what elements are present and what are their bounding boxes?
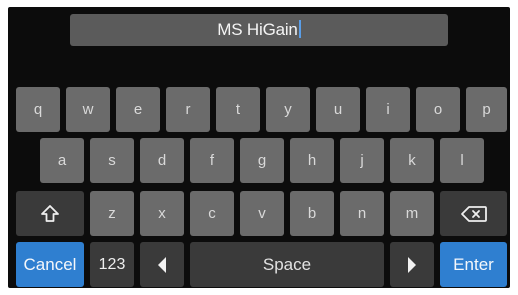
shift-key[interactable] — [16, 191, 84, 236]
key-row-2: a s d f g h j k l — [8, 138, 510, 183]
key-v[interactable]: v — [240, 191, 284, 236]
key-r[interactable]: r — [166, 87, 210, 132]
key-n[interactable]: n — [340, 191, 384, 236]
key-z[interactable]: z — [90, 191, 134, 236]
key-i[interactable]: i — [366, 87, 410, 132]
key-o[interactable]: o — [416, 87, 460, 132]
key-t[interactable]: t — [216, 87, 260, 132]
key-u[interactable]: u — [316, 87, 360, 132]
key-x[interactable]: x — [140, 191, 184, 236]
cursor-right-key[interactable] — [390, 242, 434, 287]
key-d[interactable]: d — [140, 138, 184, 183]
keyboard-screen: MS HiGain q w e r t y u i o p a s d f g … — [8, 7, 510, 288]
backspace-icon — [460, 205, 487, 222]
key-e[interactable]: e — [116, 87, 160, 132]
backspace-key[interactable] — [440, 191, 507, 236]
key-k[interactable]: k — [390, 138, 434, 183]
key-l[interactable]: l — [440, 138, 484, 183]
cursor-left-key[interactable] — [140, 242, 184, 287]
cursor-left-icon — [158, 256, 166, 273]
key-row-4: Cancel 123 Space Enter — [8, 242, 510, 287]
key-p[interactable]: p — [466, 87, 507, 132]
name-input[interactable]: MS HiGain — [70, 14, 448, 46]
key-c[interactable]: c — [190, 191, 234, 236]
key-y[interactable]: y — [266, 87, 310, 132]
key-q[interactable]: q — [16, 87, 60, 132]
key-s[interactable]: s — [90, 138, 134, 183]
key-j[interactable]: j — [340, 138, 384, 183]
key-g[interactable]: g — [240, 138, 284, 183]
text-cursor — [298, 20, 301, 38]
key-b[interactable]: b — [290, 191, 334, 236]
key-h[interactable]: h — [290, 138, 334, 183]
enter-button[interactable]: Enter — [440, 242, 507, 287]
cancel-button[interactable]: Cancel — [16, 242, 84, 287]
key-f[interactable]: f — [190, 138, 234, 183]
shift-arrow-icon — [41, 204, 59, 222]
space-key[interactable]: Space — [190, 242, 384, 287]
key-a[interactable]: a — [40, 138, 84, 183]
key-w[interactable]: w — [66, 87, 110, 132]
name-input-value: MS HiGain — [217, 20, 298, 39]
numbers-key[interactable]: 123 — [90, 242, 134, 287]
key-row-1: q w e r t y u i o p — [8, 87, 510, 132]
key-row-3: z x c v b n m — [8, 191, 510, 236]
key-m[interactable]: m — [390, 191, 434, 236]
cursor-right-icon — [408, 256, 416, 273]
